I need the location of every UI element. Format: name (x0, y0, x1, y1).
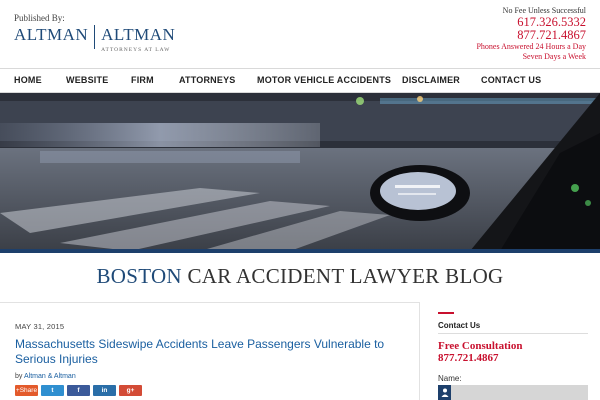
logo-divider (94, 25, 96, 49)
sidebar-heading: Contact Us (438, 321, 481, 330)
logo-left-text: ALTMAN (14, 25, 89, 44)
linkedin-icon: in (101, 387, 108, 394)
share-icon: +Share (15, 387, 38, 394)
published-by-label: Published By: (14, 13, 65, 23)
blog-title[interactable]: BOSTON CAR ACCIDENT LAWYER BLOG (0, 264, 600, 289)
facebook-icon: f (77, 387, 80, 394)
logo-right-text: ALTMAN (101, 25, 176, 44)
main-nav: HOME WEBSITE FIRM ATTORNEYS MOTOR VEHICL… (0, 68, 600, 93)
blog-post: MAY 31, 2015 Massachusetts Sideswipe Acc… (0, 302, 420, 400)
logo-tagline: ATTORNEYS AT LAW (101, 47, 171, 53)
google-plus-icon: g+ (126, 387, 135, 394)
linkedin-share-button[interactable]: in (93, 385, 116, 396)
nav-attorneys[interactable]: ATTORNEYS (179, 75, 235, 85)
twitter-icon: t (51, 387, 54, 394)
logo-right-block: ALTMAN ATTORNEYS AT LAW (101, 25, 175, 53)
post-title-link[interactable]: Massachusetts Sideswipe Accidents Leave … (15, 337, 405, 367)
name-field[interactable] (438, 385, 588, 400)
blog-title-rest: CAR ACCIDENT LAWYER BLOG (187, 264, 504, 288)
free-consultation-label: Free Consultation (438, 340, 523, 352)
nav-home[interactable]: HOME (14, 75, 42, 85)
hours-line-1: Phones Answered 24 Hours a Day (476, 42, 586, 51)
facebook-share-button[interactable]: f (67, 385, 90, 396)
hours-line-2: Seven Days a Week (522, 52, 586, 61)
nav-website[interactable]: WEBSITE (66, 75, 108, 85)
sidebar-phone-link[interactable]: 877.721.4867 (438, 352, 499, 364)
share-button[interactable]: +Share (15, 385, 38, 396)
byline-prefix: by (15, 373, 23, 380)
nav-firm[interactable]: FIRM (131, 75, 154, 85)
post-date: MAY 31, 2015 (15, 322, 65, 331)
nav-motor-vehicle-accidents[interactable]: MOTOR VEHICLE ACCIDENTS (257, 75, 391, 85)
author-link[interactable]: Altman & Altman (24, 373, 76, 380)
blog-title-city: BOSTON (96, 264, 182, 288)
user-icon (438, 385, 451, 400)
contact-sidebar: Contact Us Free Consultation 877.721.486… (428, 302, 600, 400)
nav-contact-us[interactable]: CONTACT US (481, 75, 541, 85)
header-contact: No Fee Unless Successful 617.326.5332 87… (476, 6, 586, 62)
phone-link-2[interactable]: 877.721.4867 (476, 29, 586, 42)
name-field-label: Name: (438, 374, 462, 383)
hero-car-illustration (0, 93, 600, 251)
google-plus-share-button[interactable]: g+ (119, 385, 142, 396)
sidebar-divider (438, 333, 588, 334)
firm-logo[interactable]: ALTMAN ALTMAN ATTORNEYS AT LAW (14, 25, 175, 53)
sidebar-accent-line (438, 312, 454, 314)
hero-banner-image (0, 93, 600, 251)
twitter-share-button[interactable]: t (41, 385, 64, 396)
banner-divider (0, 249, 600, 253)
share-buttons: +Share t f in g+ (15, 385, 142, 396)
site-header: Published By: ALTMAN ALTMAN ATTORNEYS AT… (0, 0, 600, 68)
post-byline: by Altman & Altman (15, 373, 76, 380)
nav-disclaimer[interactable]: DISCLAIMER (402, 75, 460, 85)
